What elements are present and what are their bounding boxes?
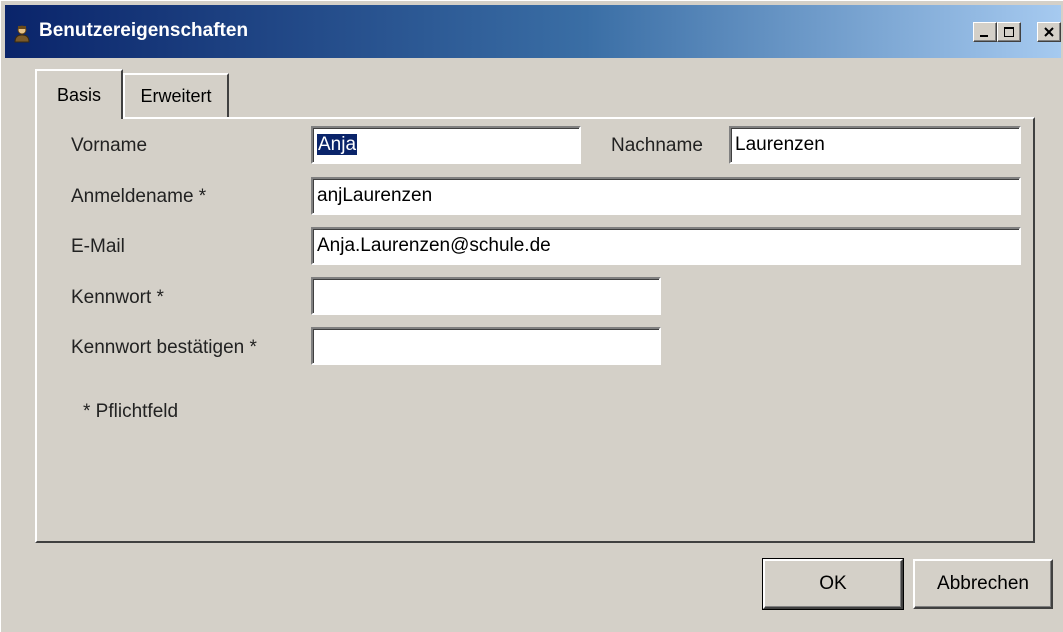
tab-erweitert[interactable]: Erweitert	[123, 73, 229, 117]
vorname-value: Anja	[317, 134, 358, 155]
kennwort-field[interactable]	[311, 277, 661, 315]
email-label: E-Mail	[71, 236, 125, 257]
cancel-button[interactable]: Abbrechen	[913, 559, 1053, 609]
tab-basis-label: Basis	[56, 84, 101, 105]
anmeldename-label: Anmeldename *	[71, 186, 207, 207]
minimize-icon	[979, 26, 991, 38]
window-title: Benutzereigenschaften	[39, 20, 249, 41]
close-button[interactable]	[1037, 22, 1061, 42]
vorname-label: Vorname	[71, 135, 148, 156]
dialog-window: Benutzereigenschaften Basis Erweitert Vo…	[0, 0, 1063, 632]
kennwort-bestaetigen-field[interactable]	[311, 327, 661, 365]
email-field[interactable]: Anja.Laurenzen@schule.de	[311, 227, 1021, 265]
anmeldename-field[interactable]: anjLaurenzen	[311, 177, 1021, 215]
minimize-button[interactable]	[973, 22, 997, 42]
required-footnote: * Pflichtfeld	[83, 401, 179, 422]
kennwort-label: Kennwort *	[71, 287, 164, 308]
maximize-icon	[1003, 26, 1015, 38]
close-icon	[1043, 26, 1055, 38]
ok-button[interactable]: OK	[762, 558, 904, 610]
kennwort-bestaetigen-label: Kennwort bestätigen *	[71, 337, 257, 358]
title-bar[interactable]: Benutzereigenschaften	[5, 5, 1061, 58]
tab-basis[interactable]: Basis	[35, 69, 123, 119]
user-icon	[13, 25, 31, 43]
nachname-label: Nachname	[611, 135, 703, 156]
nachname-field[interactable]: Laurenzen	[729, 126, 1021, 164]
maximize-button[interactable]	[997, 22, 1021, 42]
tab-erweitert-label: Erweitert	[140, 85, 212, 106]
vorname-field[interactable]: Anja	[311, 126, 581, 164]
